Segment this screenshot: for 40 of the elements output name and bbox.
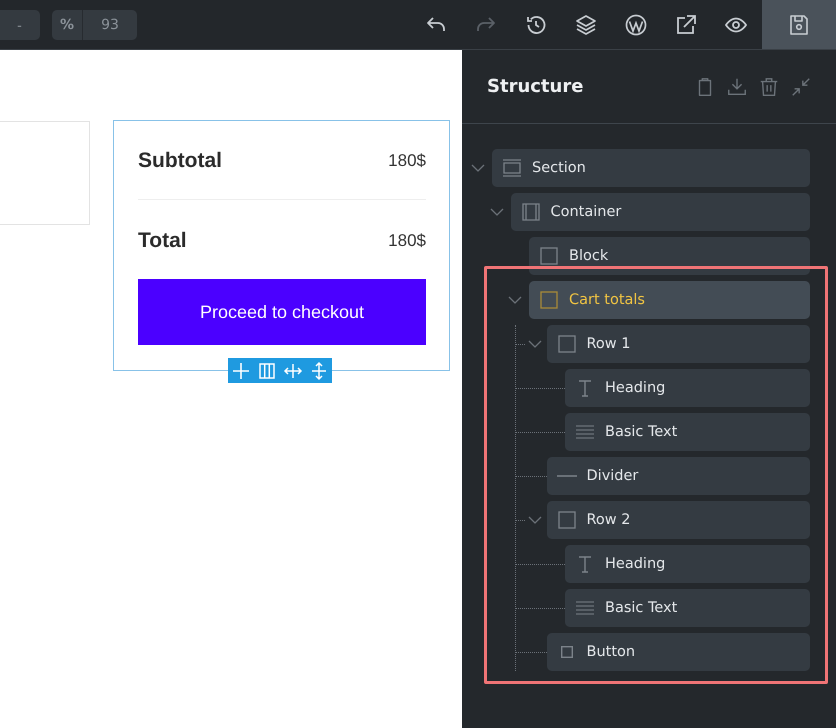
container-icon: [520, 202, 540, 222]
total-value: 180$: [388, 151, 426, 171]
tree-item[interactable]: Row 1: [546, 325, 810, 363]
tree-item[interactable]: Button: [546, 633, 810, 671]
panel-title: Structure: [487, 76, 584, 97]
tree-item[interactable]: Basic Text: [565, 413, 810, 451]
tree-item[interactable]: Heading: [565, 369, 810, 407]
total-label: Subtotal: [138, 149, 222, 173]
small-square-icon: [560, 646, 572, 658]
floppy-disk-icon: [787, 12, 811, 36]
tree-item[interactable]: Heading: [565, 545, 810, 583]
tree-item[interactable]: Block: [529, 237, 810, 275]
tree-item[interactable]: Divider: [546, 457, 810, 495]
zoom-out-button[interactable]: -: [0, 10, 40, 40]
collapse-icon[interactable]: [790, 76, 812, 98]
section-icon: [502, 158, 522, 178]
layers-icon: [574, 12, 598, 36]
checkout-button[interactable]: Proceed to checkout: [138, 279, 426, 345]
block-icon: [539, 290, 559, 310]
total-label: Total: [138, 229, 187, 253]
square-icon: [556, 334, 576, 354]
tree-item[interactable]: Basic Text: [565, 589, 810, 627]
zoom-unit: %: [52, 10, 83, 40]
zoom-field[interactable]: % 93: [52, 10, 137, 40]
tree-item[interactable]: Cart totals: [529, 281, 810, 319]
tree-item[interactable]: Section: [492, 149, 810, 187]
w-logo-icon: [624, 12, 648, 36]
zoom-value: 93: [100, 16, 120, 32]
add-icon[interactable]: [231, 360, 251, 380]
block-icon: [539, 246, 559, 266]
total-value: 180$: [388, 231, 426, 251]
save-button[interactable]: [762, 0, 836, 49]
vertical-resize-icon[interactable]: [309, 360, 329, 380]
tree-item[interactable]: Container: [510, 193, 810, 231]
trash-icon[interactable]: [758, 76, 780, 98]
divider-icon: [556, 475, 576, 477]
square-icon: [556, 510, 576, 530]
tree-item[interactable]: Row 2: [546, 501, 810, 539]
external-link-icon: [674, 12, 698, 36]
columns-icon[interactable]: [257, 360, 277, 380]
